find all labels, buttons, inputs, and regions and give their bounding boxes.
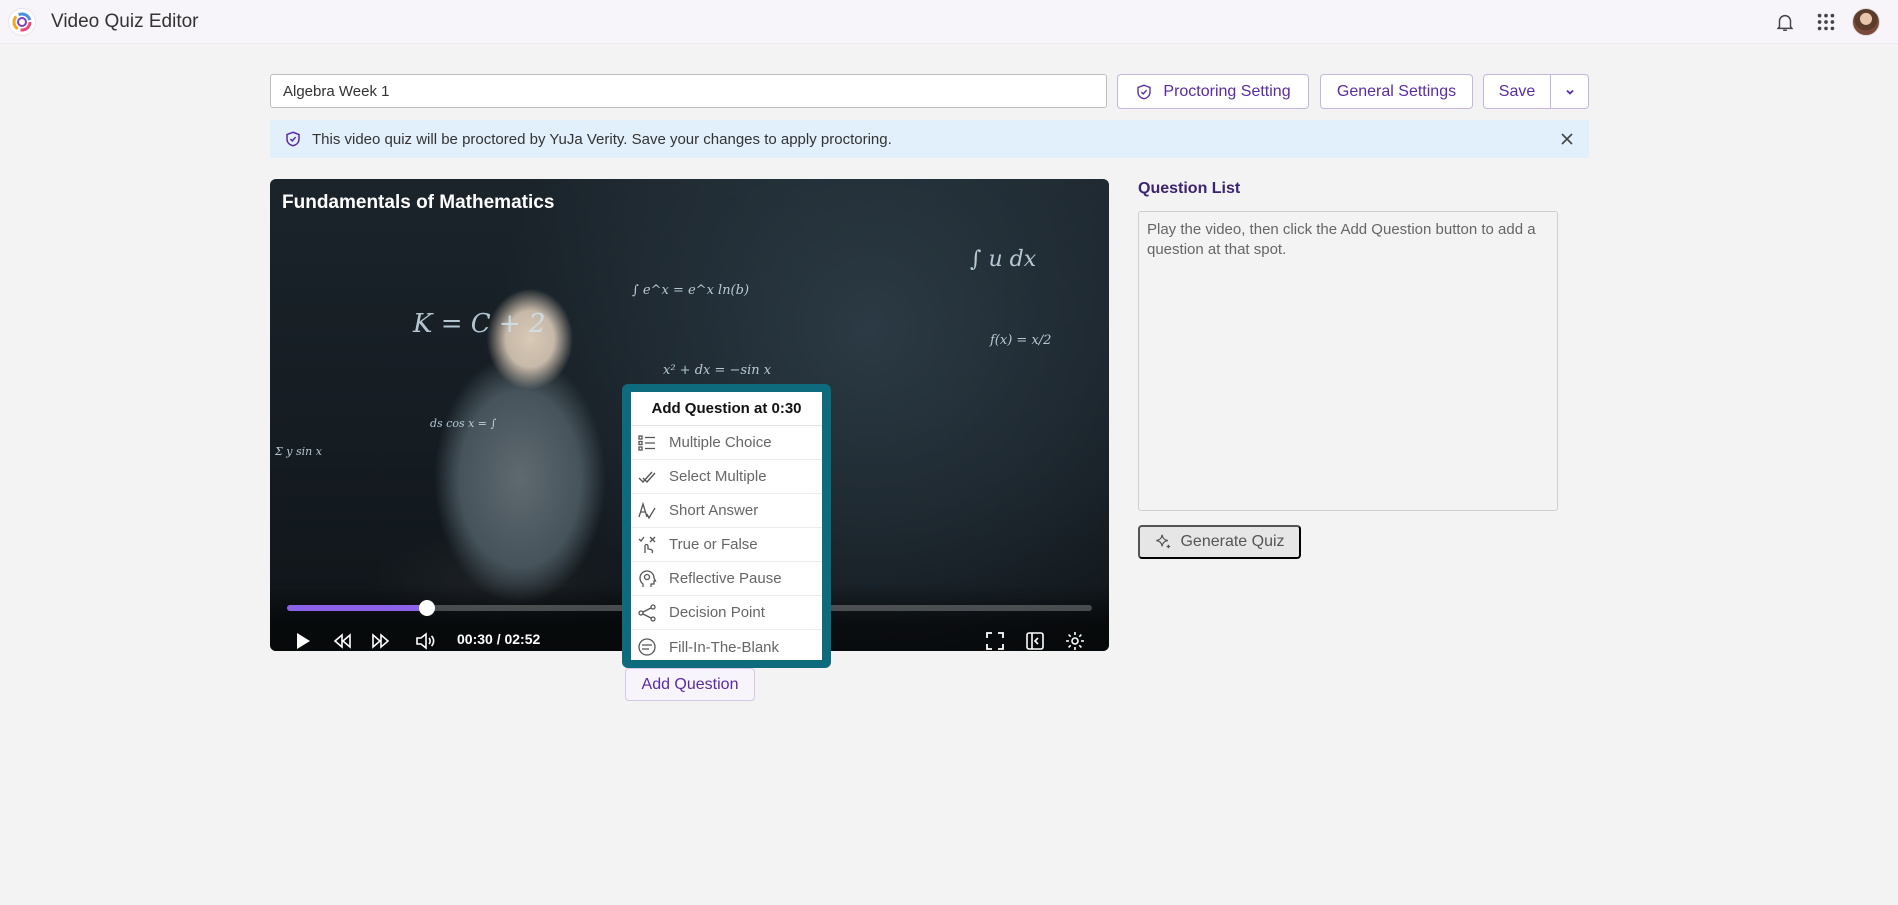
video-title: Fundamentals of Mathematics: [282, 192, 555, 213]
fill-blank-icon: [638, 638, 656, 656]
progress-handle[interactable]: [419, 600, 436, 616]
menu-item-select-multiple[interactable]: Select Multiple: [631, 460, 822, 494]
question-list-title: Question List: [1138, 180, 1241, 197]
add-question-menu: Add Question at 0:30 Multiple Choice Sel…: [622, 384, 831, 668]
shield-check-icon: [286, 131, 300, 147]
user-avatar[interactable]: [1852, 8, 1880, 36]
progress-fill: [287, 605, 428, 611]
banner-text: This video quiz will be proctored by YuJ…: [312, 130, 892, 148]
menu-item-label: True or False: [669, 536, 758, 553]
volume-icon[interactable]: [414, 630, 436, 651]
list-icon: [638, 434, 655, 451]
branch-icon: [638, 603, 656, 622]
generate-quiz-label: Generate Quiz: [1180, 533, 1285, 550]
menu-item-multiple-choice[interactable]: Multiple Choice: [631, 426, 822, 460]
video-frame-decor: x² + dx = −sin x: [663, 363, 772, 378]
play-icon[interactable]: [291, 630, 313, 651]
question-list-empty-text: Play the video, then click the Add Quest…: [1147, 221, 1536, 258]
proctoring-banner: This video quiz will be proctored by YuJ…: [270, 120, 1589, 158]
save-button[interactable]: Save: [1483, 74, 1551, 109]
menu-item-short-answer[interactable]: Short Answer: [631, 494, 822, 528]
question-list-box: Play the video, then click the Add Quest…: [1138, 211, 1558, 511]
add-question-menu-header: Add Question at 0:30: [631, 392, 822, 426]
menu-item-label: Reflective Pause: [669, 570, 782, 587]
menu-item-decision-point[interactable]: Decision Point: [631, 596, 822, 630]
proctoring-setting-button[interactable]: Proctoring Setting: [1117, 74, 1309, 109]
menu-item-true-or-false[interactable]: True or False: [631, 528, 822, 562]
short-answer-icon: [638, 501, 656, 519]
fast-forward-icon[interactable]: [370, 630, 392, 651]
menu-item-label: Fill-In-The-Blank: [669, 638, 780, 656]
save-options-dropdown[interactable]: [1550, 74, 1589, 109]
apps-grid-icon[interactable]: [1815, 11, 1837, 33]
top-bar: Video Quiz Editor: [0, 0, 1898, 44]
video-frame-decor: K = C + 2: [413, 309, 546, 339]
double-check-icon: [638, 471, 656, 483]
add-question-button[interactable]: Add Question: [625, 668, 755, 701]
proctoring-setting-label: Proctoring Setting: [1163, 82, 1291, 100]
video-frame-decor: ∫ u dx: [970, 247, 1037, 272]
true-false-icon: [638, 536, 656, 553]
bell-icon[interactable]: [1774, 11, 1796, 33]
sparkle-icon: [1156, 534, 1171, 549]
logo-icon[interactable]: [9, 9, 35, 35]
menu-item-reflective-pause[interactable]: Reflective Pause: [631, 562, 822, 596]
add-question-menu-list: Add Question at 0:30 Multiple Choice Sel…: [631, 392, 822, 660]
video-frame-decor: ds cos x = ∫: [430, 417, 497, 430]
general-settings-button[interactable]: General Settings: [1320, 74, 1473, 109]
settings-gear-icon[interactable]: [1064, 630, 1086, 651]
chevron-down-icon: [1565, 89, 1574, 95]
shield-check-icon: [1137, 84, 1152, 99]
video-frame-decor: f(x) = x/2: [990, 333, 1052, 348]
rewind-icon[interactable]: [331, 630, 353, 651]
app-title: Video Quiz Editor: [51, 11, 199, 32]
menu-item-label: Multiple Choice: [669, 434, 772, 451]
time-display: 00:30 / 02:52: [457, 631, 541, 647]
menu-item-label: Select Multiple: [669, 468, 767, 485]
close-icon[interactable]: [1559, 131, 1575, 147]
generate-quiz-button[interactable]: Generate Quiz: [1138, 525, 1301, 559]
fullscreen-icon[interactable]: [984, 630, 1006, 651]
head-thought-icon: [639, 569, 657, 587]
video-frame-decor: ∫ e^x = e^x ln(b): [632, 283, 750, 298]
menu-item-label: Short Answer: [669, 502, 759, 519]
quiz-title-input[interactable]: [270, 74, 1107, 108]
menu-item-label: Decision Point: [669, 604, 765, 621]
video-frame-decor: Σ y sin x: [275, 445, 322, 458]
menu-item-fill-in-the-blank[interactable]: Fill-In-The-Blank: [631, 630, 822, 664]
sidebar-toggle-icon[interactable]: [1024, 630, 1046, 651]
